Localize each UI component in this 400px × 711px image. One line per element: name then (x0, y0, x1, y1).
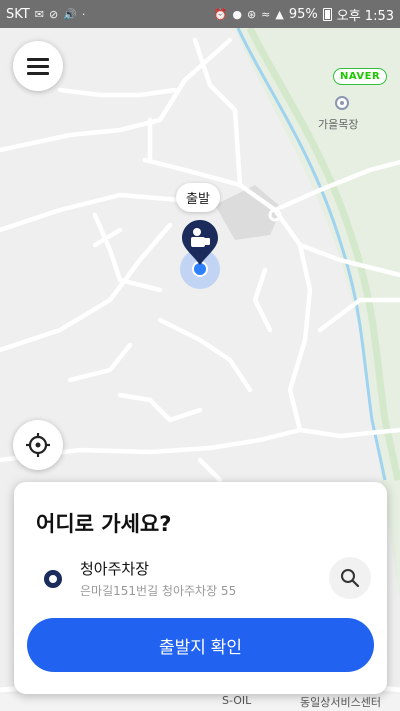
confirm-departure-button[interactable]: 출발지 확인 (27, 618, 374, 672)
locate-button[interactable] (13, 420, 63, 470)
alarm-icon: ⏰ (213, 7, 228, 21)
hamburger-icon (27, 58, 49, 75)
departure-tag: 출발 (176, 183, 220, 212)
signal-icon: ▲ (275, 7, 284, 21)
crosshair-icon (26, 433, 50, 457)
carrier-label: SKT (6, 6, 30, 22)
destination-address: 은마길151번길 청아주차장 55 (80, 584, 237, 598)
no-data-icon: ⊘ (48, 7, 59, 21)
destination-radio-icon (44, 570, 62, 588)
naver-logo: NAVER (333, 68, 388, 85)
card-title: 어디로 가세요? (36, 512, 172, 536)
clock: 오후 1:53 (336, 8, 394, 24)
status-bar: SKT ✉ ⊘ 🔊 · ⏰ ● ⊛ ≈ ▲ 95% 오후 1:53 (0, 0, 400, 28)
poi-label[interactable]: 가을목장 (318, 116, 358, 132)
message-icon: ✉ (34, 7, 44, 21)
bluetooth-icon: ⊛ (246, 7, 257, 21)
status-right: ⏰ ● ⊛ ≈ ▲ 95% 오후 1:53 (214, 5, 394, 24)
map-label-service: 동일상서비스센터 (300, 696, 381, 709)
volume-icon: 🔊 (63, 7, 77, 21)
poi-icon[interactable] (335, 96, 349, 110)
status-left: SKT ✉ ⊘ 🔊 · (6, 7, 85, 22)
search-icon (341, 569, 360, 588)
destination-card: 어디로 가세요? 청아주차장 은마길151번길 청아주차장 55 출발지 확인 (14, 482, 387, 694)
dot-icon: · (81, 7, 86, 21)
battery-percent: 95% (288, 6, 318, 22)
menu-button[interactable] (13, 41, 63, 91)
destination-row[interactable]: 청아주차장 은마길151번길 청아주차장 55 (14, 554, 387, 604)
location-icon: ● (232, 7, 242, 21)
battery-icon (322, 7, 332, 21)
destination-name: 청아주차장 (80, 560, 150, 578)
map-label-soil: S-OIL (222, 694, 252, 707)
wifi-icon: ≈ (261, 7, 271, 21)
search-button[interactable] (329, 557, 371, 599)
